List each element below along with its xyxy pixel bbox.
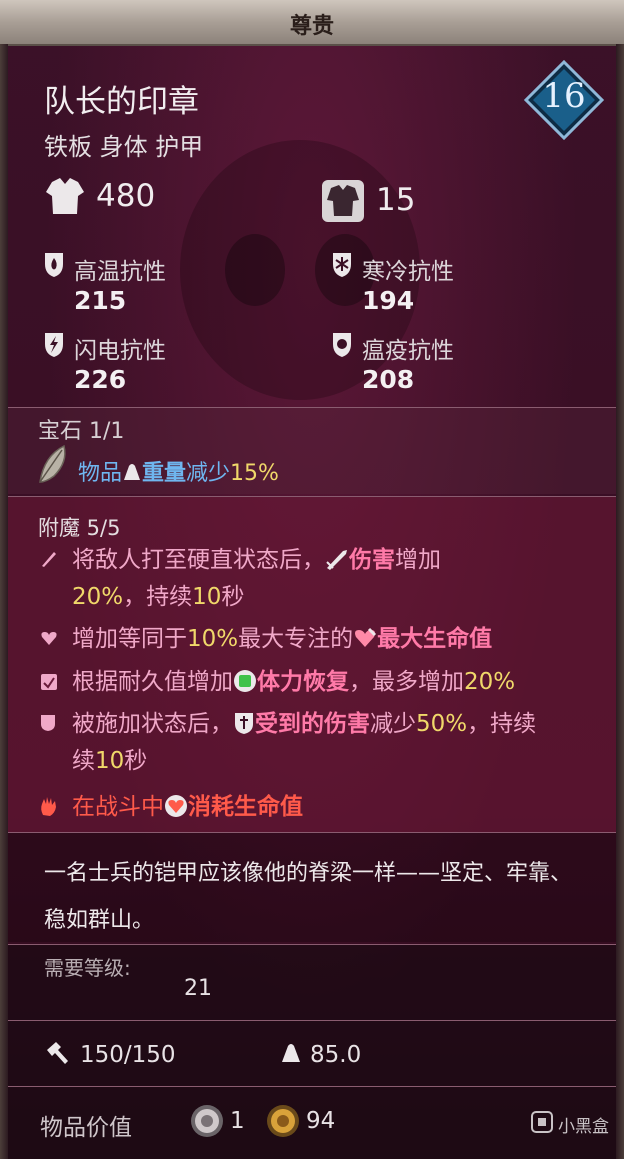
cold-resistance-label: 寒冷抗性	[362, 259, 454, 285]
item-value-label: 物品价值	[40, 1115, 132, 1141]
divider-req	[8, 944, 616, 945]
fire-resistance-icon	[45, 253, 63, 277]
plague-resistance-value: 208	[362, 365, 415, 394]
plague-resistance-label: 瘟疫抗性	[362, 338, 454, 364]
fire-resistance-value: 215	[74, 286, 127, 315]
plague-resistance-icon	[333, 333, 351, 357]
item-description: 一名士兵的铠甲应该像他的脊梁一样——坚定、牢靠、稳如群山。	[44, 861, 573, 933]
health-drain-icon	[165, 795, 187, 817]
stamina-regen-icon	[234, 670, 256, 692]
enchantment-3-text-b: ，最多增加	[349, 669, 464, 695]
required-level-value: 21	[184, 976, 212, 1001]
sword-bullet-icon	[42, 552, 56, 567]
enchantment-1-keyword: 伤害	[349, 547, 395, 573]
gem-effect-value: 15%	[230, 461, 279, 486]
lightning-resistance-value: 226	[74, 365, 127, 394]
max-health-icon	[355, 627, 377, 647]
enchantment-2-keyword: 最大生命值	[377, 626, 493, 652]
armor-class-icon	[322, 180, 364, 222]
durability-value: 150/150	[80, 1042, 176, 1068]
enchantment-4-keyword-b: 伤害	[324, 711, 370, 737]
enchantment-1: 将敌人打至硬直状态后， 伤害增加 20%，持续10秒	[72, 542, 592, 616]
enchantment-4-continue: 续	[72, 748, 95, 774]
item-level-badge: 16	[524, 60, 604, 140]
lightning-resistance-icon	[45, 333, 63, 357]
armor-class-value: 15	[376, 182, 416, 218]
feather-gem-icon[interactable]	[34, 442, 70, 486]
gem-section-title: 宝石 1/1	[38, 419, 125, 444]
watermark-text: 小黑盒	[558, 1117, 609, 1137]
enchantment-4-verb: 减少	[370, 711, 416, 737]
hammer-icon	[47, 1042, 68, 1064]
enchantment-4-value: 50%	[416, 711, 468, 737]
curse-hand-icon	[41, 797, 56, 816]
enchantment-4: 被施加状态后，受到的伤害减少50%，持续秒续10秒	[72, 706, 592, 780]
frame-border-right	[616, 44, 624, 1159]
enchantment-1-duration-text: ，持续	[123, 584, 193, 610]
gem-effect-keyword: 重量	[142, 461, 187, 486]
divider-price	[8, 1086, 616, 1087]
enchantment-5: 在战斗中 消耗生命值	[72, 789, 592, 826]
weight-value: 85.0	[310, 1042, 362, 1068]
fire-resistance-label: 高温抗性	[74, 259, 166, 285]
enchantment-5-text: 在战斗中	[72, 794, 164, 820]
enchantment-5-keyword: 消耗生命值	[188, 794, 303, 820]
weight-icon	[124, 464, 141, 480]
divider-enchant	[8, 496, 616, 497]
enchantment-3-keyword: 体力恢复	[257, 669, 349, 695]
enchantment-2-value: 10%	[187, 626, 239, 652]
damage-taken-icon	[235, 713, 253, 734]
divider-desc	[8, 832, 616, 833]
enchantment-4-text: 被施加状态后，	[72, 711, 233, 737]
enchantment-3: 根据耐久值增加 体力恢复，最多增加20%	[72, 664, 592, 701]
watermark-logo-icon	[531, 1111, 553, 1133]
enchantment-4-unit: 秒	[124, 748, 148, 774]
shield-bullet-icon	[41, 715, 55, 731]
rarity-label: 尊贵	[289, 13, 334, 39]
divider-durability	[8, 1020, 616, 1021]
weight-icon	[282, 1044, 300, 1062]
silver-coin-icon	[191, 1105, 223, 1137]
enchantment-4-duration: 10	[95, 748, 125, 774]
gold-value: 94	[306, 1108, 336, 1134]
armor-value: 480	[96, 178, 156, 214]
gem-effect-prefix: 物品	[78, 461, 123, 486]
enchantment-title: 附魔 5/5	[38, 516, 121, 540]
stamina-bullet-icon	[41, 674, 57, 690]
enchantment-2: 增加等同于10%最大专注的 最大生命值	[72, 621, 592, 658]
gem-effect-verb: 减少	[186, 461, 231, 486]
item-name: 队长的印章	[44, 84, 199, 120]
damage-icon	[326, 550, 347, 570]
enchantment-2-text-b: 最大专注的	[238, 626, 354, 652]
enchantment-1-unit: 秒	[221, 584, 245, 610]
gem-effect: 物品 重量减少15%	[78, 455, 279, 487]
enchantment-4-keyword-a: 受到的	[255, 711, 324, 737]
frame-border-left	[0, 44, 8, 1159]
item-level: 16	[542, 76, 586, 116]
gold-coin-icon	[267, 1105, 299, 1137]
silver-value: 1	[230, 1108, 245, 1134]
enchantment-3-text: 根据耐久值增加	[72, 669, 233, 695]
enchantment-1-text: 将敌人打至硬直状态后，	[72, 547, 325, 573]
enchantment-1-verb: 增加	[395, 547, 441, 573]
enchantment-1-duration: 10	[192, 584, 222, 610]
item-type: 铁板 身体 护甲	[44, 133, 204, 161]
enchantment-2-text: 增加等同于	[72, 626, 187, 652]
heart-bullet-icon	[41, 632, 57, 645]
cold-resistance-icon	[333, 253, 351, 277]
required-level-label: 需要等级:	[44, 956, 131, 980]
enchantment-3-value: 20%	[464, 669, 516, 695]
enchantment-1-value: 20%	[72, 584, 124, 610]
lightning-resistance-label: 闪电抗性	[74, 338, 166, 364]
armor-icon	[46, 178, 84, 214]
cold-resistance-value: 194	[362, 286, 415, 315]
enchantment-4-duration-text: ，持续	[467, 711, 537, 737]
